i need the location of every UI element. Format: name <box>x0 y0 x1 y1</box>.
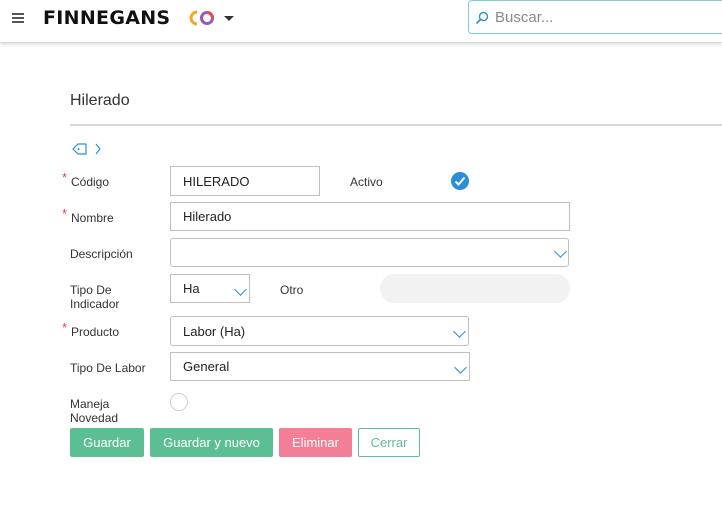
search-icon <box>475 11 489 25</box>
tipo-labor-label: Tipo De Labor <box>70 361 146 375</box>
search-box[interactable] <box>468 0 722 34</box>
chevron-down-icon <box>554 245 567 258</box>
chevron-down-icon <box>454 361 467 374</box>
producto-select[interactable]: Labor (Ha) <box>170 316 469 346</box>
tipo-indicador-value: Ha <box>183 281 200 296</box>
maneja-novedad-label-line2: Novedad <box>70 411 119 425</box>
codigo-label: Código <box>71 175 110 189</box>
producto-label: Producto <box>71 325 120 339</box>
tag-breadcrumb[interactable] <box>72 141 112 157</box>
tipo-labor-value: General <box>183 359 230 374</box>
brand-dropdown-caret-icon[interactable] <box>224 16 234 21</box>
save-button[interactable]: Guardar <box>70 428 144 457</box>
tipo-labor-select[interactable]: General <box>170 352 470 381</box>
close-button[interactable]: Cerrar <box>358 428 420 457</box>
descripcion-select[interactable] <box>170 238 569 267</box>
otro-field[interactable] <box>380 274 570 303</box>
search-input[interactable] <box>495 5 715 29</box>
otro-label: Otro <box>280 283 304 297</box>
save-and-new-button[interactable]: Guardar y nuevo <box>150 428 273 457</box>
brand-name[interactable]: FINNEGANS <box>43 7 170 29</box>
nombre-field[interactable]: Hilerado <box>170 202 570 231</box>
required-marker: * <box>62 206 68 221</box>
codigo-value: HILERADO <box>183 173 250 189</box>
maneja-novedad-toggle[interactable] <box>170 393 188 411</box>
activo-label: Activo <box>350 175 383 189</box>
tag-icon <box>72 143 87 155</box>
chevron-down-icon <box>234 283 247 296</box>
page-title: Hilerado <box>70 92 130 109</box>
title-divider <box>70 124 722 126</box>
top-bar: FINNEGANS <box>0 0 722 43</box>
required-marker: * <box>62 320 68 335</box>
tipo-indicador-select[interactable]: Ha <box>170 274 250 303</box>
descripcion-label: Descripción <box>70 247 133 261</box>
chevron-right-icon <box>95 143 101 155</box>
nombre-value: Hilerado <box>183 209 232 224</box>
brand-logo-icon <box>189 10 214 26</box>
producto-value: Labor (Ha) <box>183 323 246 339</box>
activo-checkbox-checked-icon[interactable] <box>450 171 470 191</box>
nombre-label: Nombre <box>71 211 114 225</box>
hamburger-menu-icon[interactable] <box>12 13 24 23</box>
chevron-down-icon <box>453 325 466 338</box>
tipo-indicador-label-line1: Tipo De <box>70 283 112 297</box>
codigo-field[interactable]: HILERADO <box>170 166 320 196</box>
tipo-indicador-label-line2: Indicador <box>70 297 120 311</box>
delete-button[interactable]: Eliminar <box>279 428 352 457</box>
maneja-novedad-label-line1: Maneja <box>70 397 110 411</box>
required-marker: * <box>62 170 68 185</box>
